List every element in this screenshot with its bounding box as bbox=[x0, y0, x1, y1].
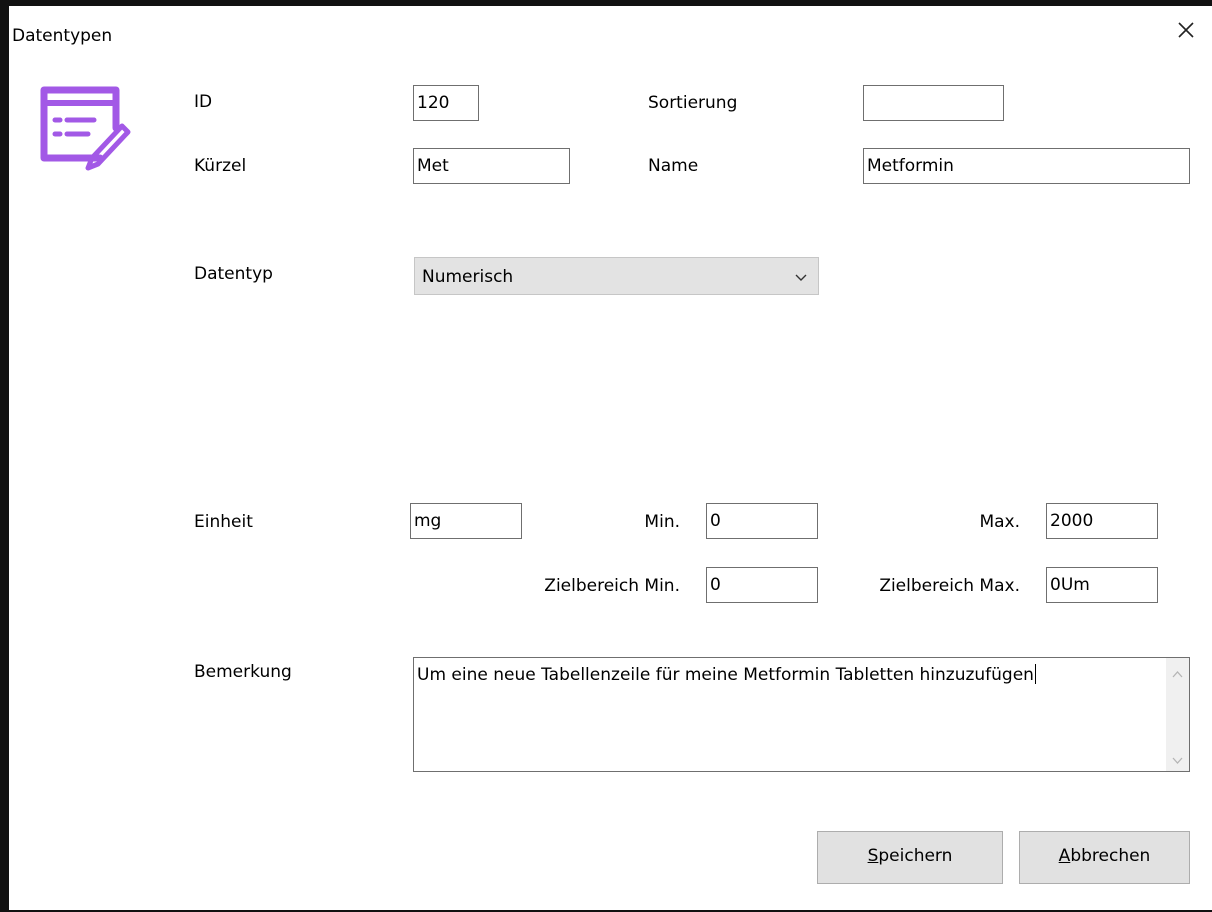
datentyp-select[interactable]: Numerisch bbox=[414, 257, 819, 295]
scroll-down-icon[interactable] bbox=[1171, 752, 1184, 765]
window-title: Datentypen bbox=[12, 26, 113, 46]
id-field[interactable] bbox=[413, 85, 479, 121]
datentyp-label: Datentyp bbox=[194, 264, 273, 284]
dialog-window bbox=[0, 0, 1212, 912]
zielbereich-min-field[interactable] bbox=[706, 567, 818, 603]
zielbereich-min-label: Zielbereich Min. bbox=[544, 576, 680, 596]
name-field[interactable] bbox=[863, 148, 1190, 184]
cancel-button-label: Abbrechen bbox=[1058, 846, 1151, 866]
cancel-button[interactable]: Abbrechen bbox=[1019, 831, 1190, 884]
einheit-label: Einheit bbox=[194, 512, 253, 532]
bemerkung-label: Bemerkung bbox=[194, 662, 292, 682]
chevron-down-icon bbox=[794, 270, 808, 284]
edit-list-icon bbox=[38, 84, 132, 178]
id-label: ID bbox=[194, 92, 213, 112]
einheit-field[interactable] bbox=[410, 503, 522, 539]
bemerkung-textarea[interactable]: Um eine neue Tabellenzeile für meine Met… bbox=[413, 657, 1190, 772]
vertical-scrollbar[interactable] bbox=[1166, 658, 1189, 771]
save-button-label: Speichern bbox=[867, 846, 953, 866]
max-label: Max. bbox=[979, 512, 1020, 532]
min-label: Min. bbox=[644, 512, 680, 532]
bemerkung-text: Um eine neue Tabellenzeile für meine Met… bbox=[417, 664, 1036, 685]
text-caret bbox=[1034, 664, 1036, 684]
scroll-up-icon[interactable] bbox=[1171, 666, 1184, 679]
datentyp-selected-value: Numerisch bbox=[422, 267, 514, 287]
zielbereich-max-field[interactable] bbox=[1046, 567, 1158, 603]
sortierung-field[interactable] bbox=[863, 85, 1004, 121]
save-button[interactable]: Speichern bbox=[817, 831, 1003, 884]
kuerzel-label: Kürzel bbox=[194, 156, 247, 176]
max-field[interactable] bbox=[1046, 503, 1158, 539]
title-bar: Datentypen bbox=[9, 6, 1212, 62]
min-field[interactable] bbox=[706, 503, 818, 539]
zielbereich-max-label: Zielbereich Max. bbox=[879, 576, 1020, 596]
name-label: Name bbox=[648, 156, 699, 176]
close-icon[interactable] bbox=[1172, 16, 1200, 44]
sortierung-label: Sortierung bbox=[648, 93, 738, 113]
kuerzel-field[interactable] bbox=[413, 148, 570, 184]
